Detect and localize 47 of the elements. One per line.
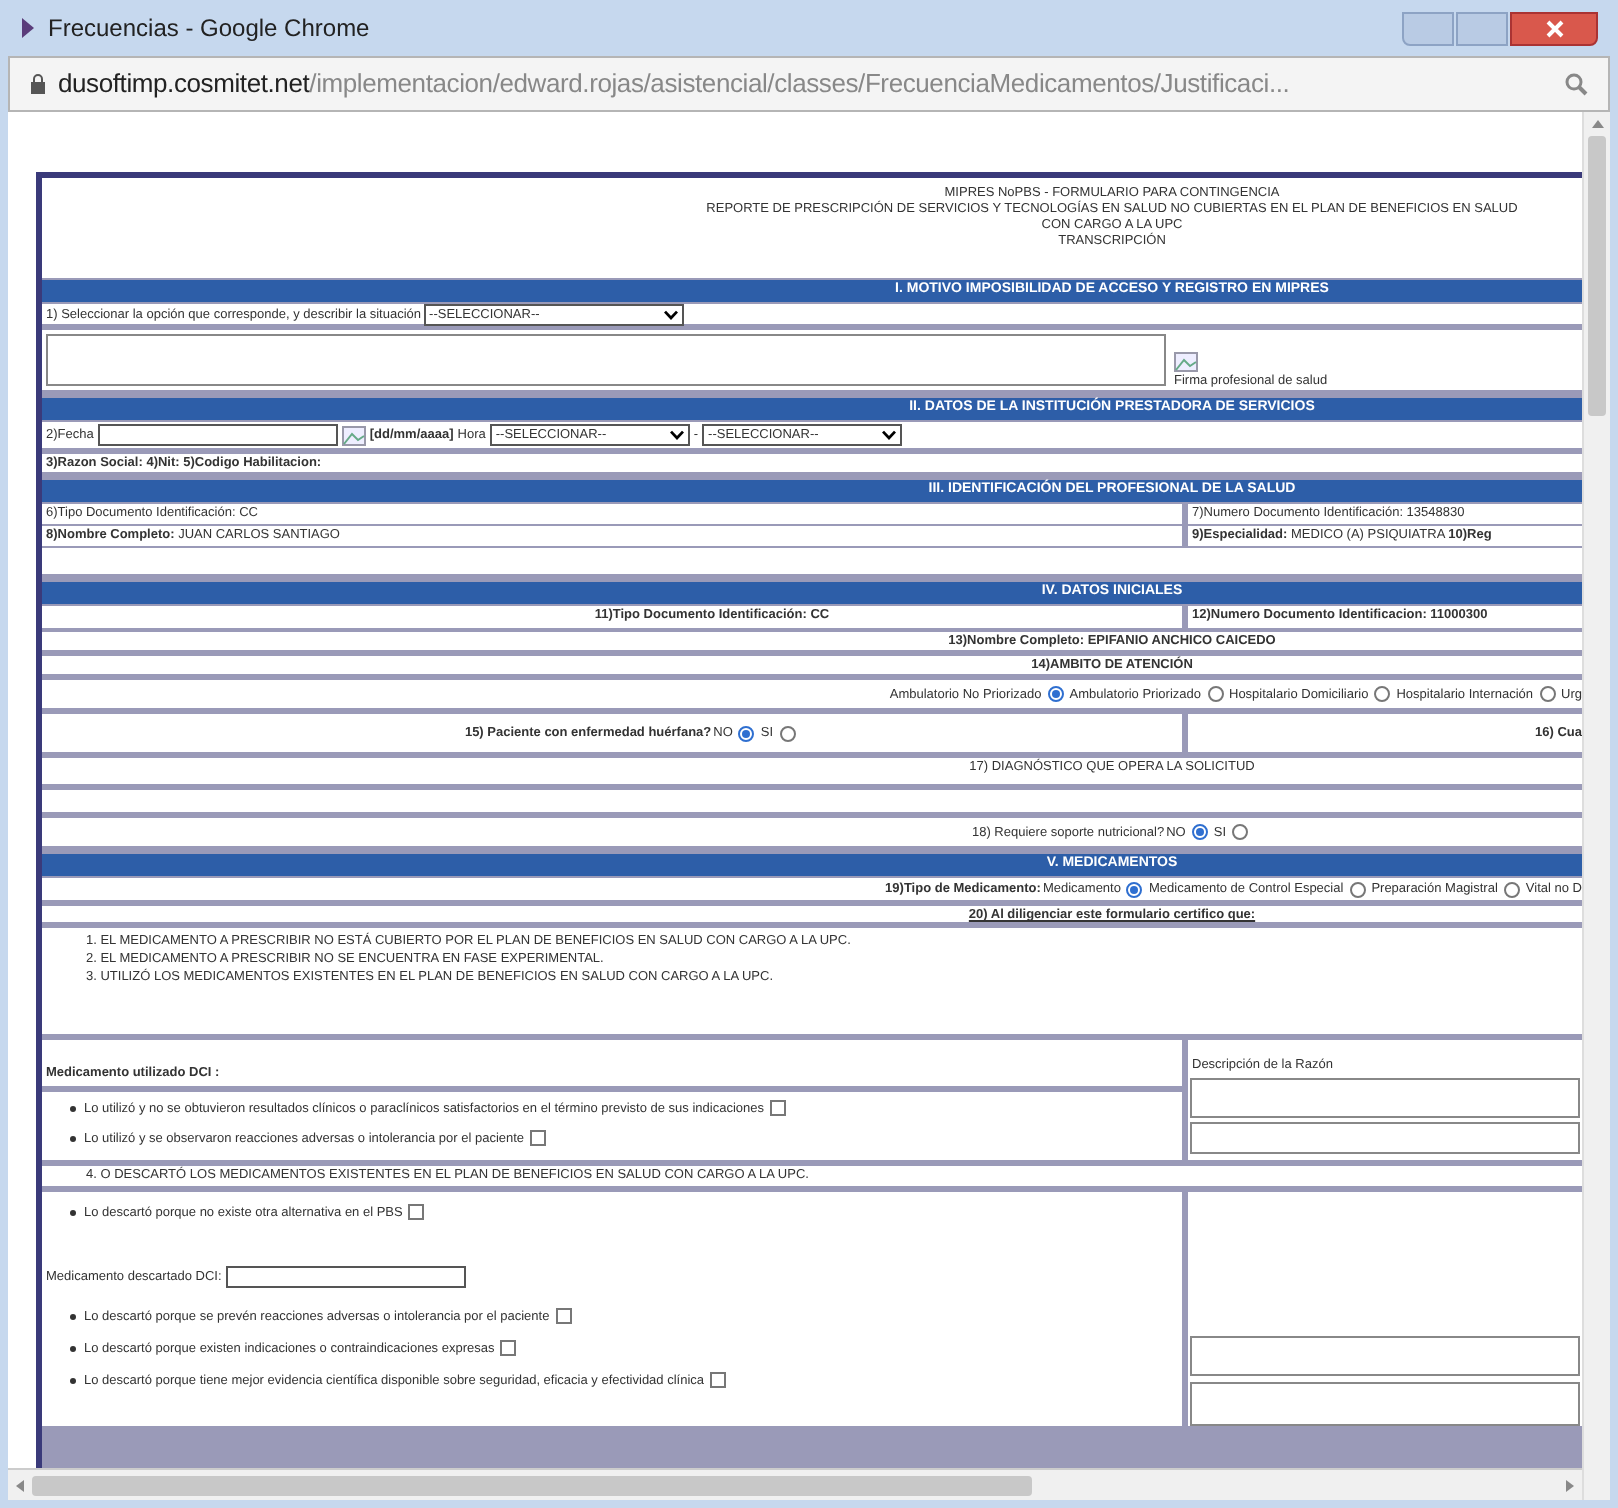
bullet-icon (70, 1314, 76, 1320)
radio-button[interactable] (779, 725, 796, 741)
checkbox[interactable] (500, 1340, 517, 1357)
bullet-icon (70, 1210, 76, 1216)
app-icon (20, 18, 36, 38)
chevron-down-icon (669, 430, 684, 440)
radio-button[interactable] (1349, 881, 1366, 897)
scroll-left-icon[interactable] (16, 1479, 24, 1491)
scrollbar-thumb[interactable] (1588, 136, 1606, 416)
checkbox[interactable] (408, 1204, 425, 1221)
description-textarea[interactable] (46, 334, 1166, 386)
radio-button[interactable] (1539, 686, 1556, 702)
bullet-icon (70, 1378, 76, 1384)
checkbox[interactable] (530, 1130, 547, 1147)
reason-field[interactable] (1190, 1382, 1580, 1426)
scroll-up-icon[interactable] (1591, 120, 1603, 128)
checkbox[interactable] (710, 1372, 727, 1389)
radio-button[interactable] (1126, 881, 1143, 897)
broken-image-icon (1174, 352, 1198, 372)
checkbox[interactable] (769, 1100, 786, 1117)
reason-field[interactable] (1190, 1336, 1580, 1376)
bullet-icon (70, 1136, 76, 1142)
vertical-scrollbar[interactable] (1582, 112, 1610, 1500)
reason-field[interactable] (1190, 1122, 1580, 1154)
radio-button[interactable] (738, 725, 755, 741)
date-field[interactable] (97, 424, 338, 446)
chevron-down-icon (663, 309, 678, 319)
scrollbar-thumb[interactable] (32, 1475, 1032, 1495)
bullet-icon (70, 1106, 76, 1112)
chevron-down-icon (882, 430, 897, 440)
close-button[interactable] (1510, 11, 1598, 45)
radio-button[interactable] (1232, 824, 1249, 840)
scroll-right-icon[interactable] (1566, 1479, 1574, 1491)
bullet-icon (70, 1346, 76, 1352)
window-title: Frecuencias - Google Chrome (48, 12, 370, 46)
reason-field[interactable] (1190, 1078, 1580, 1118)
radio-button[interactable] (1503, 881, 1520, 897)
radio-button[interactable] (1047, 686, 1064, 702)
checkbox[interactable] (555, 1308, 572, 1325)
discarded-field[interactable] (225, 1266, 466, 1288)
close-icon (1545, 19, 1563, 37)
zoom-icon[interactable] (1564, 72, 1588, 96)
horizontal-scrollbar[interactable] (8, 1468, 1582, 1500)
radio-button[interactable] (1191, 824, 1208, 840)
lock-icon (30, 74, 46, 94)
radio-button[interactable] (1207, 686, 1223, 702)
radio-button[interactable] (1374, 686, 1391, 702)
